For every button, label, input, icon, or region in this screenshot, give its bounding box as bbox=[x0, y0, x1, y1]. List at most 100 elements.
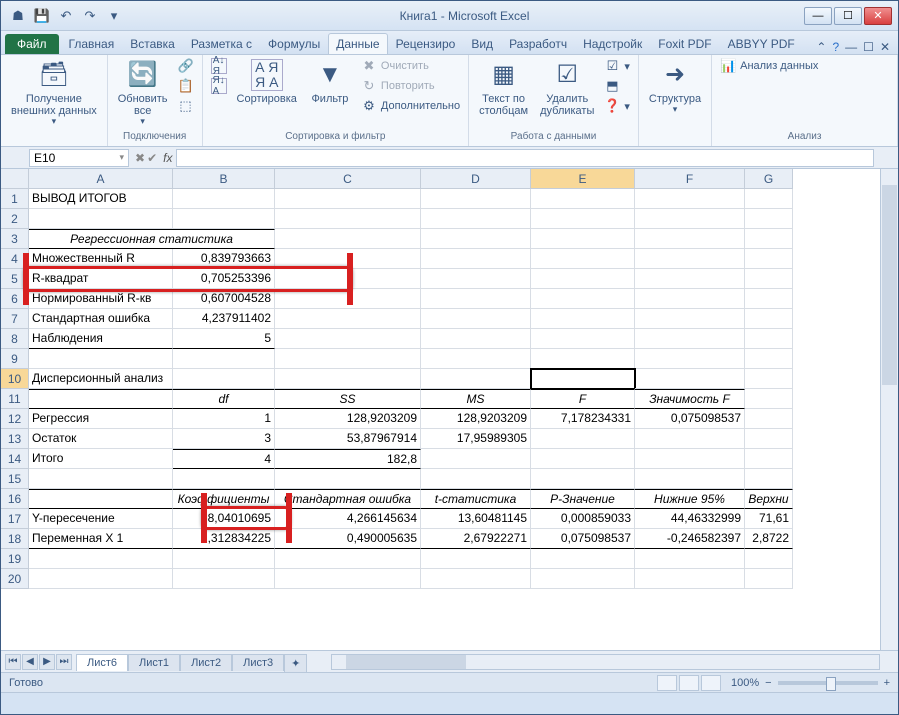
cell-D7[interactable] bbox=[421, 309, 531, 329]
cell-D3[interactable] bbox=[421, 229, 531, 249]
cell-D2[interactable] bbox=[421, 209, 531, 229]
cell-D15[interactable] bbox=[421, 469, 531, 489]
consolidate-button[interactable]: ⬒ bbox=[602, 77, 632, 95]
col-header-D[interactable]: D bbox=[421, 169, 531, 189]
cell-G7[interactable] bbox=[745, 309, 793, 329]
cell-E12[interactable]: 7,178234331 bbox=[531, 409, 635, 429]
cell-E13[interactable] bbox=[531, 429, 635, 449]
cell-G20[interactable] bbox=[745, 569, 793, 589]
cell-A17[interactable]: Y-пересечение bbox=[29, 509, 173, 529]
get-external-data-button[interactable]: 🗃 Получение внешних данных ▾ bbox=[7, 57, 101, 129]
cell-G6[interactable] bbox=[745, 289, 793, 309]
cell-C2[interactable] bbox=[275, 209, 421, 229]
cell-B8[interactable]: 5 bbox=[173, 329, 275, 349]
zoom-out-button[interactable]: − bbox=[765, 677, 771, 689]
cell-C7[interactable] bbox=[275, 309, 421, 329]
cell-E10[interactable] bbox=[531, 369, 635, 389]
text-to-columns-button[interactable]: ▦ Текст по столбцам bbox=[475, 57, 532, 119]
cell-G13[interactable] bbox=[745, 429, 793, 449]
cell-C6[interactable] bbox=[275, 289, 421, 309]
cell-D13[interactable]: 17,95989305 bbox=[421, 429, 531, 449]
sheet-tab-2[interactable]: Лист2 bbox=[180, 654, 232, 671]
cell-C9[interactable] bbox=[275, 349, 421, 369]
cell-F11[interactable]: Значимость F bbox=[635, 389, 745, 409]
data-analysis-button[interactable]: 📊Анализ данных bbox=[718, 57, 820, 75]
doc-close-icon[interactable]: ✕ bbox=[880, 40, 890, 54]
cell-C1[interactable] bbox=[275, 189, 421, 209]
select-all-corner[interactable] bbox=[1, 169, 29, 189]
cell-A6[interactable]: Нормированный R-кв bbox=[29, 289, 173, 309]
cell-G10[interactable] bbox=[745, 369, 793, 389]
cell-G5[interactable] bbox=[745, 269, 793, 289]
formula-bar[interactable] bbox=[176, 149, 874, 167]
cell-B17[interactable]: 58,04010695 bbox=[173, 509, 275, 529]
row-header-2[interactable]: 2 bbox=[1, 209, 29, 229]
cancel-formula-icon[interactable]: ✖ bbox=[135, 151, 145, 165]
cell-F12[interactable]: 0,075098537 bbox=[635, 409, 745, 429]
cell-F2[interactable] bbox=[635, 209, 745, 229]
cell-B14[interactable]: 4 bbox=[173, 449, 275, 469]
cell-F10[interactable] bbox=[635, 369, 745, 389]
cell-F14[interactable] bbox=[635, 449, 745, 469]
cell-F13[interactable] bbox=[635, 429, 745, 449]
minimize-button[interactable]: — bbox=[804, 7, 832, 25]
cell-C17[interactable]: 4,266145634 bbox=[275, 509, 421, 529]
cell-F17[interactable]: 44,46332999 bbox=[635, 509, 745, 529]
cell-E1[interactable] bbox=[531, 189, 635, 209]
view-layout-button[interactable] bbox=[679, 675, 699, 691]
cell-A11[interactable] bbox=[29, 389, 173, 409]
cell-B18[interactable]: 1,312834225 bbox=[173, 529, 275, 549]
cell-G8[interactable] bbox=[745, 329, 793, 349]
cell-A19[interactable] bbox=[29, 549, 173, 569]
row-header-5[interactable]: 5 bbox=[1, 269, 29, 289]
tab-layout[interactable]: Разметка с bbox=[183, 33, 260, 54]
cell-A16[interactable] bbox=[29, 489, 173, 509]
cell-A15[interactable] bbox=[29, 469, 173, 489]
cell-C15[interactable] bbox=[275, 469, 421, 489]
cell-E7[interactable] bbox=[531, 309, 635, 329]
redo-icon[interactable]: ↷ bbox=[79, 5, 101, 27]
cell-G11[interactable] bbox=[745, 389, 793, 409]
ribbon-minimize-icon[interactable]: ⌃ bbox=[816, 40, 826, 54]
cell-G12[interactable] bbox=[745, 409, 793, 429]
cell-A10[interactable]: Дисперсионный анализ bbox=[29, 369, 173, 389]
cell-D12[interactable]: 128,9203209 bbox=[421, 409, 531, 429]
cell-B11[interactable]: df bbox=[173, 389, 275, 409]
cell-E19[interactable] bbox=[531, 549, 635, 569]
whatif-button[interactable]: ❓▾ bbox=[602, 97, 632, 115]
sheet-nav-first[interactable]: ⏮ bbox=[5, 654, 21, 670]
zoom-in-button[interactable]: + bbox=[884, 677, 890, 689]
cell-D8[interactable] bbox=[421, 329, 531, 349]
row-header-20[interactable]: 20 bbox=[1, 569, 29, 589]
cell-A9[interactable] bbox=[29, 349, 173, 369]
cell-B7[interactable]: 4,237911402 bbox=[173, 309, 275, 329]
cell-F6[interactable] bbox=[635, 289, 745, 309]
cell-C16[interactable]: Стандартная ошибка bbox=[275, 489, 421, 509]
cell-D10[interactable] bbox=[421, 369, 531, 389]
tab-insert[interactable]: Вставка bbox=[122, 33, 183, 54]
row-header-9[interactable]: 9 bbox=[1, 349, 29, 369]
cell-C10[interactable] bbox=[275, 369, 421, 389]
row-header-6[interactable]: 6 bbox=[1, 289, 29, 309]
connections-button[interactable]: 🔗 bbox=[176, 57, 196, 75]
view-pagebreak-button[interactable] bbox=[701, 675, 721, 691]
cell-A3[interactable]: Регрессионная статистика bbox=[29, 229, 275, 249]
cell-F3[interactable] bbox=[635, 229, 745, 249]
tab-data[interactable]: Данные bbox=[328, 33, 387, 54]
cell-A14[interactable]: Итого bbox=[29, 449, 173, 469]
cell-A12[interactable]: Регрессия bbox=[29, 409, 173, 429]
cell-C13[interactable]: 53,87967914 bbox=[275, 429, 421, 449]
cell-G18[interactable]: 2,8722 bbox=[745, 529, 793, 549]
cell-C11[interactable]: SS bbox=[275, 389, 421, 409]
cell-F20[interactable] bbox=[635, 569, 745, 589]
cell-G4[interactable] bbox=[745, 249, 793, 269]
tab-foxit[interactable]: Foxit PDF bbox=[650, 33, 719, 54]
cell-A8[interactable]: Наблюдения bbox=[29, 329, 173, 349]
cell-E16[interactable]: P-Значение bbox=[531, 489, 635, 509]
col-header-C[interactable]: C bbox=[275, 169, 421, 189]
doc-minimize-icon[interactable]: — bbox=[845, 40, 857, 54]
cell-D4[interactable] bbox=[421, 249, 531, 269]
cell-F15[interactable] bbox=[635, 469, 745, 489]
cell-B10[interactable] bbox=[173, 369, 275, 389]
cell-E4[interactable] bbox=[531, 249, 635, 269]
